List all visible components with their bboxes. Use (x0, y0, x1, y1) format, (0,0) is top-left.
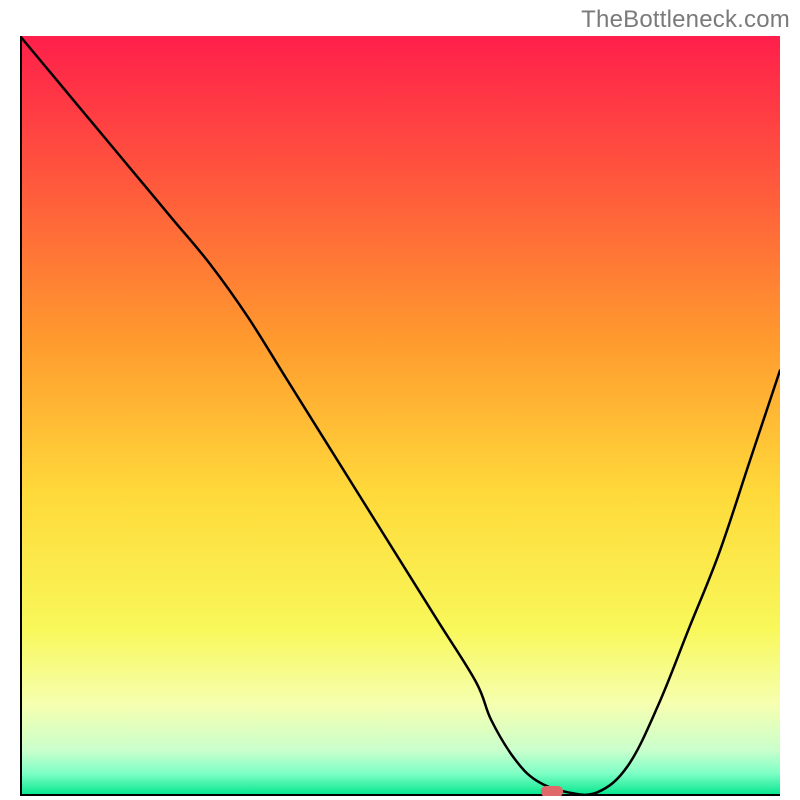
chart-svg (20, 36, 780, 796)
watermark-text: TheBottleneck.com (581, 6, 790, 34)
plot-background (20, 36, 780, 796)
optimal-marker (541, 786, 563, 796)
chart-wrapper: TheBottleneck.com (0, 0, 800, 800)
chart-area (20, 36, 780, 796)
